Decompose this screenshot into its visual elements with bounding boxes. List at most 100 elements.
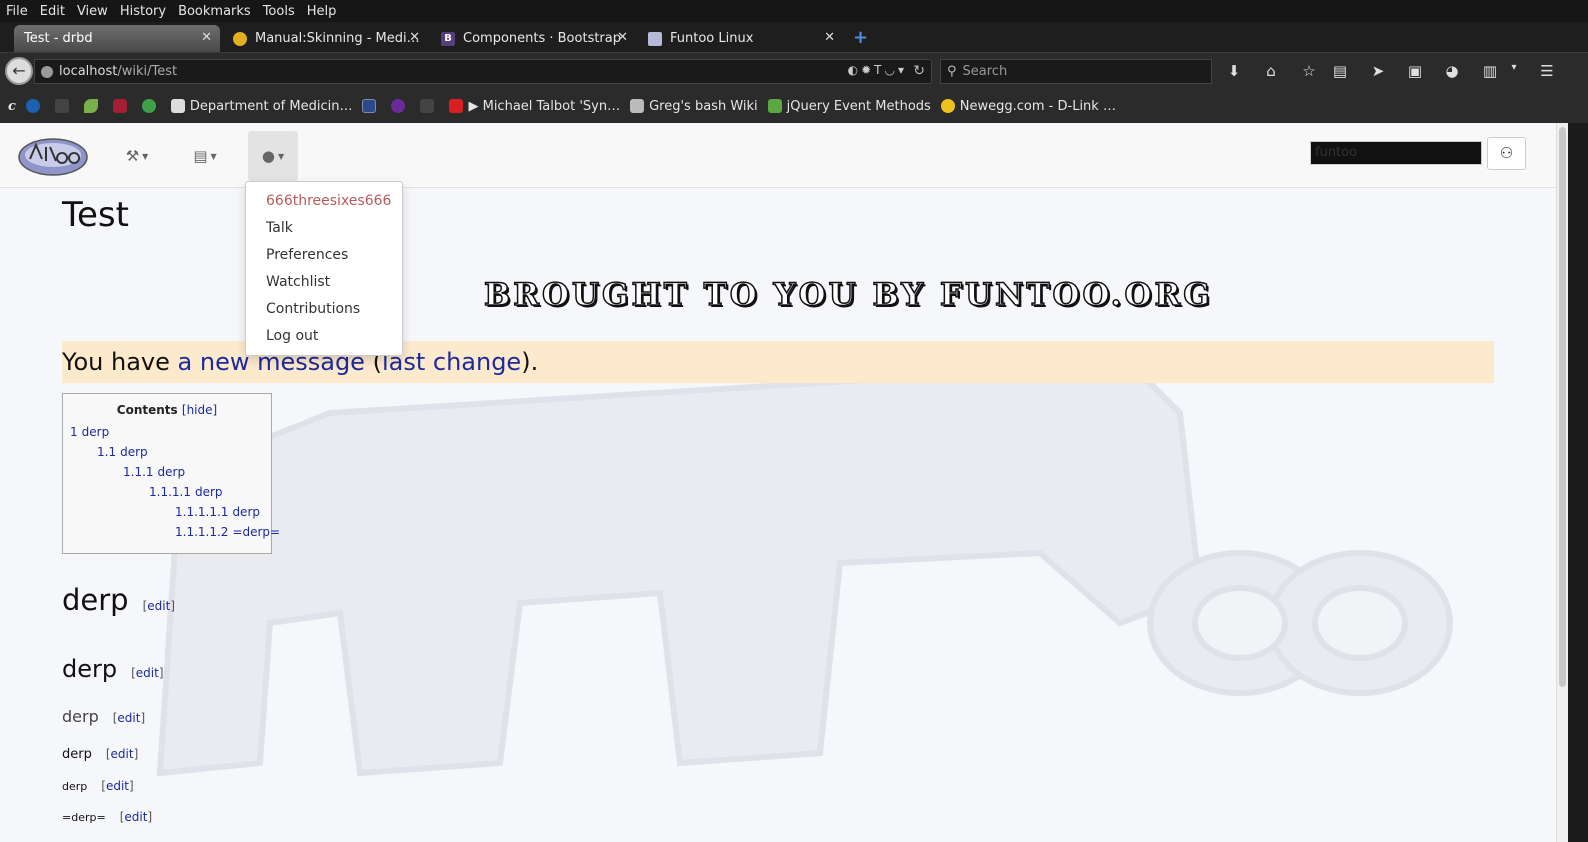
toc-item[interactable]: 1.1.1.1.1 derp: [175, 505, 260, 519]
send-icon[interactable]: ➤: [1369, 62, 1387, 80]
close-tab-icon[interactable]: ✕: [201, 30, 212, 45]
menu-item-log-out[interactable]: Log out: [246, 323, 402, 350]
tab-test-drbd[interactable]: Test - drbd ✕: [14, 25, 220, 52]
globe-icon: [141, 99, 156, 113]
toc-item[interactable]: 1.1 derp: [97, 445, 148, 459]
binoculars-search-button[interactable]: ⚇: [1487, 137, 1526, 170]
tab-bootstrap[interactable]: B Components · Bootstrap ✕: [431, 25, 636, 52]
tab-label: Funtoo Linux: [670, 31, 754, 46]
peace-icon: [391, 99, 406, 113]
url-bar[interactable]: localhost/wiki/Test ◐✹T◡▾ ↻: [34, 59, 932, 84]
page-scrollbar[interactable]: [1556, 123, 1568, 842]
menu-item-talk[interactable]: Talk: [246, 215, 402, 242]
bootstrap-icon: B: [441, 31, 455, 46]
wiki-icon: [630, 99, 645, 113]
heading-text: derp: [62, 780, 88, 793]
menu-item-watchlist[interactable]: Watchlist: [246, 269, 402, 296]
wrench-icon: ⚒: [125, 147, 140, 165]
user-menu-button[interactable]: ● ▼: [248, 131, 298, 181]
edit-section-link[interactable]: edit: [124, 810, 147, 824]
url-host: localhost: [59, 64, 118, 79]
funtoo-icon: [648, 31, 662, 46]
search-bar[interactable]: ⚲ Search: [940, 59, 1212, 84]
site-search-input[interactable]: funtoo: [1310, 141, 1482, 165]
download-icon[interactable]: ⬇: [1225, 62, 1243, 80]
toc-item[interactable]: 1 derp: [70, 425, 109, 439]
bookmark-globe[interactable]: [141, 99, 161, 113]
bookmark-label: Newegg.com - D-Link …: [959, 98, 1116, 114]
user-dropdown-menu: 666threesixes666 Talk Preferences Watchl…: [245, 181, 403, 356]
edit-section-link[interactable]: edit: [147, 599, 170, 613]
toc-item-text: derp: [194, 485, 223, 499]
menu-history[interactable]: History: [120, 4, 166, 19]
toc-hide-link[interactable]: hide: [187, 403, 213, 417]
menu-bookmarks[interactable]: Bookmarks: [178, 4, 251, 19]
tab-funtoo[interactable]: Funtoo Linux ✕: [638, 25, 843, 52]
overflow-chevron-icon[interactable]: ▾: [1505, 62, 1523, 73]
close-tab-icon[interactable]: ✕: [824, 30, 835, 45]
scrollbar-thumb[interactable]: [1559, 127, 1566, 687]
bookmark-c[interactable]: c: [8, 99, 16, 114]
clipboard-icon[interactable]: ▥: [1481, 62, 1499, 80]
page-icon: ▤: [193, 147, 208, 165]
table-of-contents: Contents [hide] 1 derp 1.1 derp 1.1.1 derp …: [62, 393, 280, 554]
bookmark-h[interactable]: [362, 99, 381, 113]
site-header: ⚒ ▼ ▤ ▼ ● ▼ funtoo ⚇: [0, 127, 1556, 188]
hamburger-menu-icon[interactable]: ☰: [1538, 62, 1556, 80]
menu-item-contributions[interactable]: Contributions: [246, 296, 402, 323]
menu-help[interactable]: Help: [307, 4, 337, 19]
menu-file[interactable]: File: [6, 4, 28, 19]
toc-item[interactable]: 1.1.1 derp: [123, 465, 185, 479]
close-tab-icon[interactable]: ✕: [617, 30, 628, 45]
bookmark-star-icon[interactable]: ☆: [1300, 62, 1318, 80]
bookmark-michael-talbot[interactable]: ▶ Michael Talbot 'Syn…: [449, 99, 620, 114]
heading-text: derp: [62, 747, 92, 762]
bookmark-wave[interactable]: [25, 99, 45, 113]
chevron-down-icon: ▼: [142, 151, 149, 161]
bookmark-newegg[interactable]: Newegg.com - D-Link …: [940, 98, 1116, 114]
back-button[interactable]: ←: [5, 57, 33, 85]
menu-item-username[interactable]: 666threesixes666: [246, 188, 402, 215]
bookmark-label: ▶ Michael Talbot 'Syn…: [468, 98, 621, 114]
section-heading-h4: derp [edit]: [62, 747, 139, 762]
menu-tools[interactable]: Tools: [263, 4, 295, 19]
bookmark-square[interactable]: [54, 99, 74, 113]
bookmark-department-of-medicine[interactable]: Department of Medicin…: [170, 98, 353, 114]
bookmark-label: Department of Medicin…: [189, 98, 353, 114]
toc-item[interactable]: 1.1.1.1.2 =derp=: [175, 525, 280, 539]
bookmark-square-2[interactable]: [420, 99, 439, 113]
home-icon[interactable]: ⌂: [1262, 62, 1280, 80]
bookmark-gregs-bash-wiki[interactable]: Greg's bash Wiki: [630, 99, 758, 114]
edit-section-link[interactable]: edit: [136, 666, 159, 680]
menu-edit[interactable]: Edit: [40, 4, 65, 19]
chevron-down-icon: ▼: [277, 151, 285, 161]
reload-icon[interactable]: ↻: [913, 63, 925, 79]
bookmark-jquery-event-methods[interactable]: jQuery Event Methods: [767, 99, 931, 114]
new-tab-icon[interactable]: +: [853, 27, 868, 48]
funtoo-logo[interactable]: [16, 131, 90, 179]
toc-item[interactable]: 1.1.1.1 derp: [149, 485, 223, 499]
heading-text: derp: [62, 707, 99, 726]
pocket-icon[interactable]: ▣: [1406, 62, 1424, 80]
edit-section-link[interactable]: edit: [106, 779, 129, 793]
menu-item-preferences[interactable]: Preferences: [246, 242, 402, 269]
menu-view[interactable]: View: [77, 4, 108, 19]
c-icon: c: [8, 98, 16, 114]
page-menu-button[interactable]: ▤ ▼: [180, 131, 230, 181]
bookmark-mit[interactable]: [112, 99, 132, 113]
heading-text: =derp=: [62, 811, 106, 824]
bookmark-leaf[interactable]: [83, 99, 103, 113]
tools-menu-button[interactable]: ⚒ ▼: [112, 131, 162, 181]
section-heading-h2: derp [edit]: [62, 655, 164, 683]
extension-icon[interactable]: ◕: [1443, 62, 1461, 80]
addon-icons[interactable]: ◐✹T◡▾: [848, 63, 907, 77]
edit-section-link[interactable]: edit: [111, 747, 134, 761]
egg-icon: [940, 99, 955, 113]
toc-item-number: 1.1.1.1.1: [175, 505, 229, 519]
reading-list-icon[interactable]: ▤: [1331, 62, 1349, 80]
tab-manual-skinning[interactable]: Manual:Skinning - Medi… ✕: [223, 25, 428, 52]
edit-section-link[interactable]: edit: [117, 711, 140, 725]
med-icon: [170, 99, 185, 113]
close-tab-icon[interactable]: ✕: [409, 30, 420, 45]
bookmark-peace[interactable]: [391, 99, 410, 113]
